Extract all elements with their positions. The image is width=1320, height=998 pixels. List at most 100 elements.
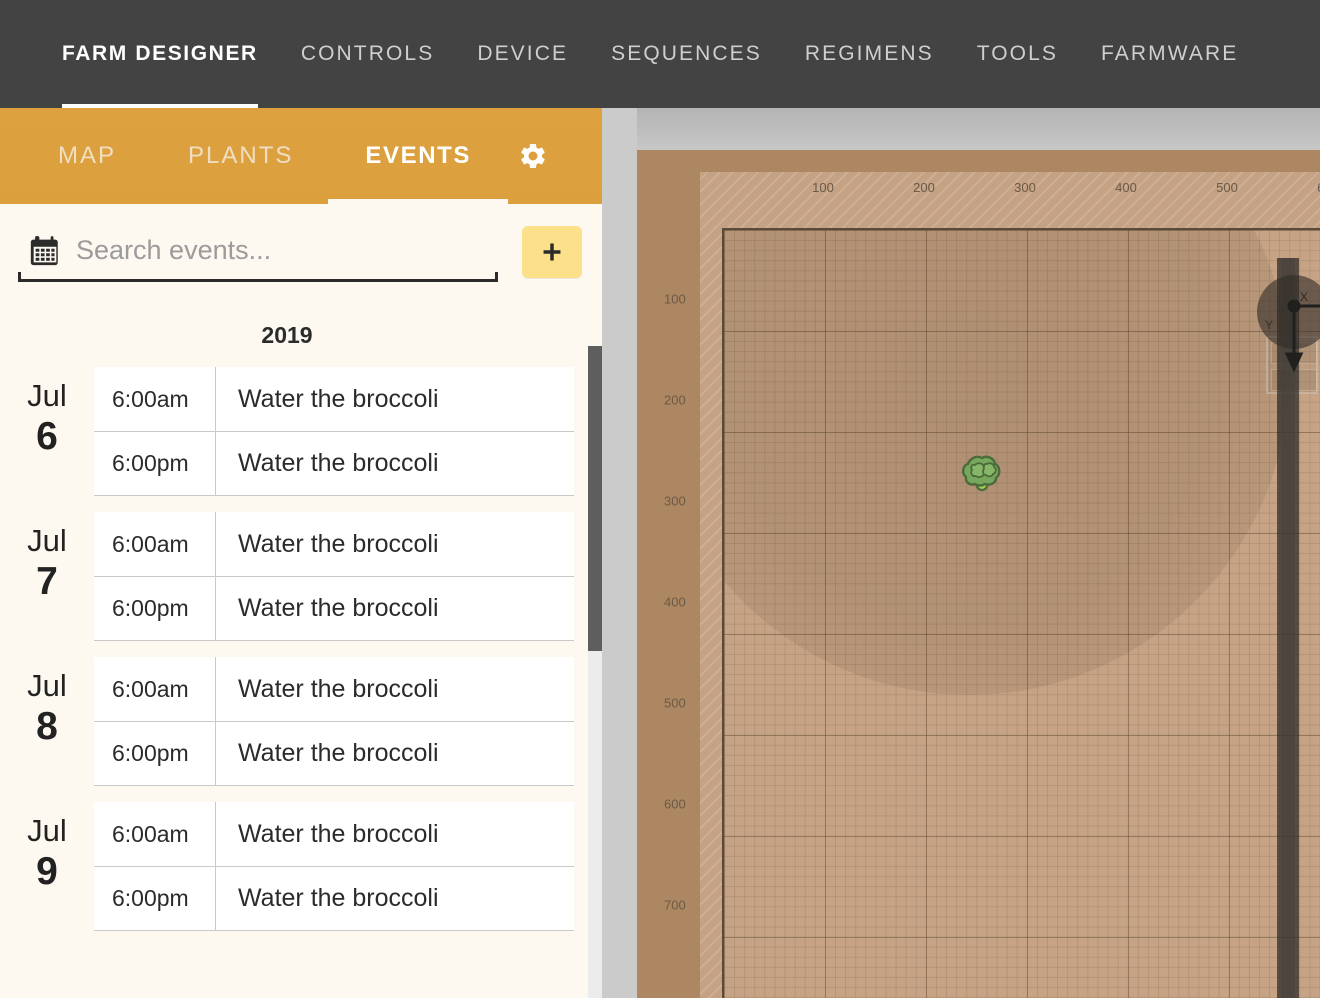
nav-device[interactable]: DEVICE	[477, 0, 568, 108]
y-tick-label: 300	[664, 494, 686, 509]
event-date-month: Jul	[0, 812, 94, 850]
x-tick-label: 200	[913, 180, 935, 195]
event-time: 6:00pm	[94, 577, 216, 641]
event-day-group: Jul86:00amWater the broccoli6:00pmWater …	[0, 657, 602, 786]
nav-item-label: CONTROLS	[301, 42, 434, 65]
soil-grid	[724, 230, 1320, 998]
event-date-month: Jul	[0, 377, 94, 415]
panel-tab-label: PLANTS	[188, 142, 293, 169]
page-scrollbar[interactable]	[602, 108, 637, 998]
x-tick-label: 400	[1115, 180, 1137, 195]
settings-gear-button[interactable]	[513, 136, 553, 176]
event-date-stamp: Jul9	[0, 802, 94, 894]
event-title: Water the broccoli	[216, 739, 439, 768]
tab-map[interactable]: MAP	[58, 108, 116, 204]
event-date-stamp: Jul8	[0, 657, 94, 749]
event-day-group: Jul76:00amWater the broccoli6:00pmWater …	[0, 512, 602, 641]
event-title: Water the broccoli	[216, 884, 439, 913]
broccoli-icon	[958, 449, 1006, 497]
event-time: 6:00am	[94, 657, 216, 721]
app-root: FARM DESIGNER CONTROLS DEVICE SEQUENCES REGI…	[0, 0, 1320, 998]
events-scrollbar[interactable]	[588, 346, 602, 998]
event-time: 6:00am	[94, 367, 216, 431]
event-row[interactable]: 6:00pmWater the broccoli	[94, 576, 574, 640]
x-tick-label: 300	[1014, 180, 1036, 195]
y-tick-label: 400	[664, 595, 686, 610]
search-row	[0, 204, 602, 300]
event-date-day: 6	[0, 415, 94, 459]
event-row[interactable]: 6:00amWater the broccoli	[94, 512, 574, 576]
event-title: Water the broccoli	[216, 820, 439, 849]
y-tick-label: 600	[664, 797, 686, 812]
designer-panel: MAP PLANTS EVENTS	[0, 108, 602, 998]
event-row-stack: 6:00amWater the broccoli6:00pmWater the …	[94, 512, 574, 641]
event-time: 6:00am	[94, 512, 216, 576]
x-tick-label: 100	[812, 180, 834, 195]
event-title: Water the broccoli	[216, 530, 439, 559]
nav-sequences[interactable]: SEQUENCES	[611, 0, 762, 108]
event-row-stack: 6:00amWater the broccoli6:00pmWater the …	[94, 367, 574, 496]
event-date-day: 8	[0, 705, 94, 749]
nav-farmware[interactable]: FARMWARE	[1101, 0, 1238, 108]
event-row[interactable]: 6:00pmWater the broccoli	[94, 431, 574, 495]
event-time: 6:00pm	[94, 432, 216, 496]
tab-plants[interactable]: PLANTS	[188, 108, 293, 204]
event-time: 6:00pm	[94, 867, 216, 931]
soil-plot[interactable]	[722, 228, 1320, 998]
y-tick-label: 500	[664, 696, 686, 711]
event-title: Water the broccoli	[216, 594, 439, 623]
event-date-day: 9	[0, 850, 94, 894]
calendar-icon	[28, 234, 62, 268]
event-row[interactable]: 6:00amWater the broccoli	[94, 657, 574, 721]
event-row[interactable]: 6:00pmWater the broccoli	[94, 721, 574, 785]
event-title: Water the broccoli	[216, 449, 439, 478]
event-day-group: Jul96:00amWater the broccoli6:00pmWater …	[0, 802, 602, 931]
tab-events[interactable]: EVENTS	[365, 108, 471, 204]
event-row-stack: 6:00amWater the broccoli6:00pmWater the …	[94, 657, 574, 786]
event-row[interactable]: 6:00amWater the broccoli	[94, 802, 574, 866]
nav-controls[interactable]: CONTROLS	[301, 0, 434, 108]
nav-item-label: FARM DESIGNER	[62, 42, 258, 65]
panel-tab-label: EVENTS	[365, 142, 471, 169]
events-list[interactable]: 2019 Jul66:00amWater the broccoli6:00pmW…	[0, 300, 602, 998]
plant-marker-broccoli[interactable]	[958, 449, 1006, 497]
nav-regimens[interactable]: REGIMENS	[805, 0, 934, 108]
event-date-day: 7	[0, 560, 94, 604]
event-row-stack: 6:00amWater the broccoli6:00pmWater the …	[94, 802, 574, 931]
farm-designer-map[interactable]: 100200300400500600 100200300400500600700…	[602, 108, 1320, 998]
event-title: Water the broccoli	[216, 385, 439, 414]
nav-item-label: TOOLS	[977, 42, 1058, 65]
event-date-stamp: Jul6	[0, 367, 94, 459]
garden-bed-frame	[637, 150, 1320, 998]
events-scrollbar-thumb[interactable]	[588, 346, 602, 651]
event-day-group: Jul66:00amWater the broccoli6:00pmWater …	[0, 367, 602, 496]
nav-item-label: REGIMENS	[805, 42, 934, 65]
nav-item-label: SEQUENCES	[611, 42, 762, 65]
event-time: 6:00am	[94, 802, 216, 866]
panel-tab-label: MAP	[58, 142, 116, 169]
x-tick-label: 500	[1216, 180, 1238, 195]
y-tick-label: 100	[664, 292, 686, 307]
nav-item-label: DEVICE	[477, 42, 568, 65]
event-date-month: Jul	[0, 667, 94, 705]
event-date-month: Jul	[0, 522, 94, 560]
top-navigation: FARM DESIGNER CONTROLS DEVICE SEQUENCES REGI…	[0, 0, 1320, 108]
event-date-stamp: Jul7	[0, 512, 94, 604]
nav-farm-designer[interactable]: FARM DESIGNER	[62, 0, 258, 108]
event-row[interactable]: 6:00amWater the broccoli	[94, 367, 574, 431]
event-row[interactable]: 6:00pmWater the broccoli	[94, 866, 574, 930]
event-time: 6:00pm	[94, 722, 216, 786]
search-events-input[interactable]	[76, 235, 498, 266]
nav-item-label: FARMWARE	[1101, 42, 1238, 65]
axis-indicator	[1257, 275, 1320, 395]
year-label: 2019	[0, 310, 574, 367]
gear-icon	[518, 141, 548, 171]
y-tick-label: 700	[664, 898, 686, 913]
add-event-button[interactable]	[522, 226, 582, 278]
nav-tools[interactable]: TOOLS	[977, 0, 1058, 108]
event-title: Water the broccoli	[216, 675, 439, 704]
panel-tab-bar: MAP PLANTS EVENTS	[0, 108, 602, 204]
search-field-wrapper	[18, 222, 498, 282]
plus-icon	[539, 239, 565, 265]
y-tick-label: 200	[664, 393, 686, 408]
